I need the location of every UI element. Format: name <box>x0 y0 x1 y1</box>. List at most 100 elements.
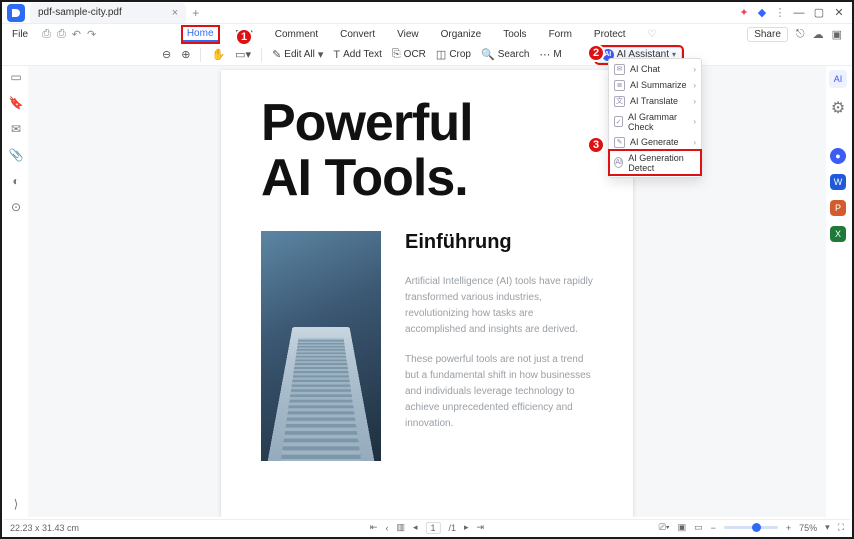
chevron-right-icon: › <box>693 97 696 106</box>
layers-icon[interactable]: ◐ <box>12 174 19 188</box>
zoom-in-button[interactable]: ⊕ <box>181 48 190 61</box>
share-button[interactable]: Share <box>747 27 788 42</box>
close-tab-icon[interactable]: × <box>172 7 178 19</box>
file-menu[interactable]: File <box>8 28 32 41</box>
doc-heading: Einführung <box>405 231 593 254</box>
zoom-out-icon[interactable]: − <box>711 523 716 533</box>
save-icon[interactable]: ⎙ <box>42 28 51 41</box>
select-tool[interactable]: ▭▾ <box>235 48 251 61</box>
menu-ai-summarize[interactable]: ≣AI Summarize› <box>609 77 701 93</box>
first-page-icon[interactable]: ⇤ <box>370 522 378 533</box>
diamond-icon[interactable]: ◆ <box>756 7 768 19</box>
maximize-button[interactable]: ▢ <box>812 6 826 19</box>
chat-icon: ✉ <box>614 64 625 75</box>
person-icon[interactable]: ⎋ <box>796 28 805 41</box>
tab-organize[interactable]: Organize <box>437 28 486 41</box>
annotation-callout-3: 3 <box>587 136 605 154</box>
chevron-right-icon: › <box>693 117 696 126</box>
word-export-icon[interactable]: W <box>830 174 846 190</box>
layout-icon[interactable]: ▥ <box>396 522 405 533</box>
new-tab-button[interactable]: + <box>192 6 199 20</box>
cloud-icon[interactable]: ☁ <box>813 28 824 41</box>
page-total: /1 <box>449 523 457 533</box>
fit-width-icon[interactable]: ▭ <box>694 522 703 533</box>
read-mode-icon[interactable]: ⎚▾ <box>659 522 670 533</box>
sliders-icon[interactable]: ⚙ <box>831 98 845 118</box>
tab-convert[interactable]: Convert <box>336 28 379 41</box>
summarize-icon: ≣ <box>614 80 625 91</box>
zoom-out-button[interactable]: ⊖ <box>162 48 171 61</box>
menu-ai-chat[interactable]: ✉AI Chat› <box>609 61 701 77</box>
zoom-slider[interactable] <box>724 526 778 529</box>
thumbnails-icon[interactable]: ▭ <box>10 70 21 84</box>
annotation-callout-1: 1 <box>235 28 253 46</box>
kebab-icon[interactable]: ⋮ <box>774 7 786 19</box>
ai-assistant-menu: ✉AI Chat› ≣AI Summarize› 文AI Translate› … <box>608 58 702 178</box>
gift-icon[interactable]: ✦ <box>738 7 750 19</box>
page-dimensions: 22.23 x 31.43 cm <box>10 523 79 533</box>
fullscreen-icon[interactable]: ⛶ <box>838 522 844 533</box>
undo-icon[interactable]: ↶ <box>72 28 81 41</box>
document-tab[interactable]: pdf-sample-city.pdf × <box>30 3 186 23</box>
hand-tool[interactable]: ✋ <box>211 48 225 61</box>
doc-title-line1: Powerful <box>261 96 593 151</box>
add-text-button[interactable]: TAdd Text <box>333 49 381 61</box>
search-button[interactable]: 🔍Search <box>481 48 529 61</box>
ppt-export-icon[interactable]: P <box>830 200 846 216</box>
bookmark-icon[interactable]: 🔖 <box>9 96 24 110</box>
zoom-dropdown-icon[interactable]: ▾ <box>825 522 830 533</box>
fit-page-icon[interactable]: ▣ <box>678 522 687 533</box>
tab-lightbulb[interactable]: ♡ <box>644 28 661 41</box>
generate-icon: ✎ <box>614 137 625 148</box>
next-icon[interactable]: ▸ <box>464 522 469 533</box>
attachment-icon[interactable]: 📎 <box>9 148 24 162</box>
more-panel-icon[interactable]: ⊙ <box>11 200 21 214</box>
ai-bot-icon[interactable]: ● <box>830 148 846 164</box>
last-page-icon[interactable]: ⇥ <box>477 522 485 533</box>
menu-ai-grammar[interactable]: ✓AI Grammar Check› <box>609 109 701 134</box>
doc-paragraph: Artificial Intelligence (AI) tools have … <box>405 274 593 338</box>
crop-button[interactable]: ◫Crop <box>436 48 471 61</box>
tab-form[interactable]: Form <box>545 28 576 41</box>
pdf-page: Powerful AI Tools. Einführung Artificial… <box>221 70 633 517</box>
ocr-button[interactable]: ⎘OCR <box>392 48 426 61</box>
tab-comment[interactable]: Comment <box>271 28 322 41</box>
doc-paragraph: These powerful tools are not just a tren… <box>405 352 593 432</box>
redo-icon[interactable]: ↷ <box>87 28 96 41</box>
translate-icon: 文 <box>614 96 625 107</box>
annotation-callout-2: 2 <box>587 44 605 62</box>
tab-tools[interactable]: Tools <box>499 28 530 41</box>
tab-protect[interactable]: Protect <box>590 28 630 41</box>
prev-page-icon[interactable]: ‹ <box>385 523 388 533</box>
chevron-right-icon: › <box>693 65 696 74</box>
doc-title-line2: AI Tools. <box>261 151 593 206</box>
grammar-icon: ✓ <box>614 116 623 127</box>
ai-panel-icon[interactable]: AI <box>829 70 847 88</box>
collapse-left-icon[interactable]: ⟩ <box>14 497 19 511</box>
print-icon[interactable]: ⎙ <box>57 28 66 41</box>
document-canvas[interactable]: Powerful AI Tools. Einführung Artificial… <box>28 66 826 517</box>
doc-image-building <box>261 231 381 461</box>
separator <box>200 48 201 62</box>
more-button[interactable]: ⋯M <box>539 48 561 61</box>
document-tab-title: pdf-sample-city.pdf <box>38 7 122 18</box>
edit-all-button[interactable]: ✎Edit All▾ <box>272 48 323 61</box>
box-icon[interactable]: ▣ <box>832 28 842 41</box>
minimize-button[interactable]: — <box>792 7 806 19</box>
menu-ai-generation-detect[interactable]: AIAI Generation Detect <box>609 150 701 175</box>
prev-icon[interactable]: ◂ <box>413 522 418 533</box>
app-logo <box>7 4 25 22</box>
menu-ai-generate[interactable]: ✎AI Generate› <box>609 134 701 150</box>
comment-panel-icon[interactable]: ✉ <box>11 122 21 136</box>
tab-view[interactable]: View <box>393 28 423 41</box>
menu-ai-translate[interactable]: 文AI Translate› <box>609 93 701 109</box>
zoom-in-icon[interactable]: + <box>786 523 791 533</box>
detect-icon: AI <box>614 157 623 168</box>
slider-knob[interactable] <box>752 523 761 532</box>
page-number-input[interactable]: 1 <box>425 522 440 534</box>
tab-home[interactable]: Home <box>183 27 218 42</box>
chevron-right-icon: › <box>693 138 696 147</box>
excel-export-icon[interactable]: X <box>830 226 846 242</box>
zoom-value: 75% <box>799 523 817 533</box>
close-window-button[interactable]: ✕ <box>832 6 846 19</box>
